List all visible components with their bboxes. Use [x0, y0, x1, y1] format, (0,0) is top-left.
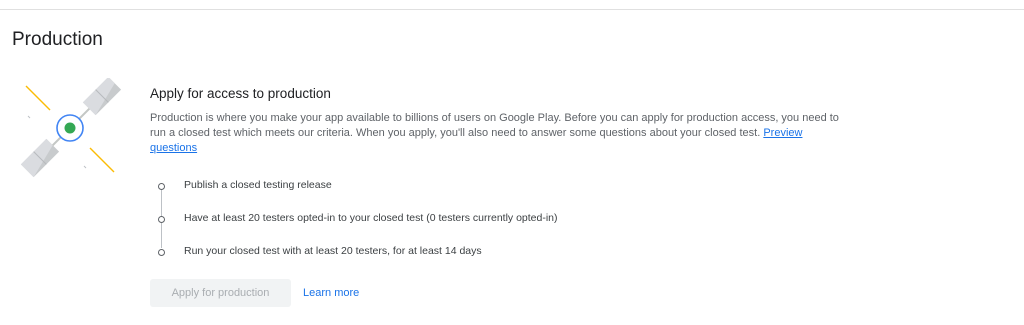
step-circle-icon: [158, 216, 165, 223]
requirements-stepper: Publish a closed testing release Have at…: [150, 174, 850, 258]
step-circle-icon: [158, 183, 165, 190]
step-label: Have at least 20 testers opted-in to you…: [184, 212, 558, 224]
step-circle-icon: [158, 249, 165, 256]
page-title: Production: [12, 29, 103, 50]
production-access-card: Apply for access to production Productio…: [150, 86, 850, 156]
card-title: Apply for access to production: [150, 86, 331, 101]
apply-for-production-button[interactable]: Apply for production: [150, 279, 291, 307]
card-description-text: Production is where you make your app av…: [150, 112, 839, 139]
step-label: Run your closed test with at least 20 te…: [184, 245, 482, 257]
learn-more-link[interactable]: Learn more: [303, 287, 359, 299]
action-row: Apply for production Learn more: [150, 279, 359, 307]
satellite-icon: [18, 76, 122, 178]
top-divider: [0, 9, 1024, 10]
step-label: Publish a closed testing release: [184, 179, 332, 191]
card-description: Production is where you make your app av…: [150, 111, 840, 156]
